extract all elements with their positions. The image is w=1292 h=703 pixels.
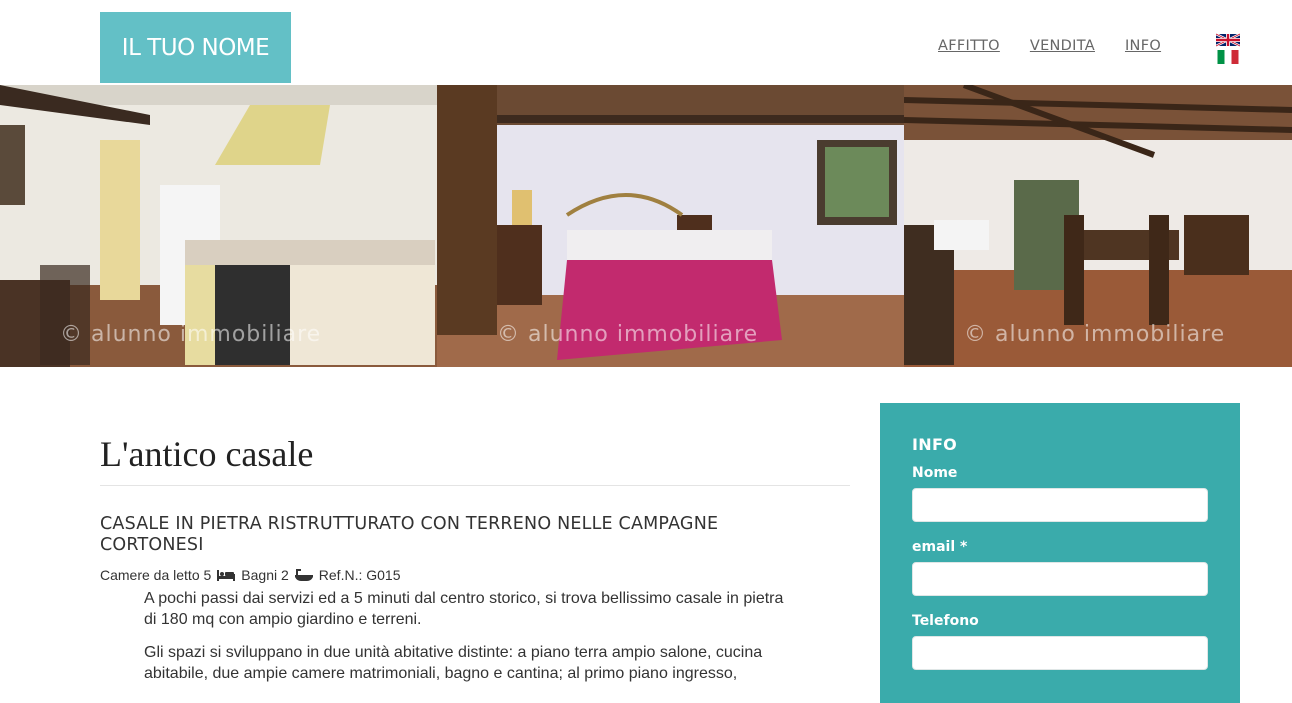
name-input[interactable]	[912, 488, 1208, 522]
nav-info[interactable]: INFO	[1125, 38, 1161, 54]
form-title: INFO	[912, 435, 958, 454]
photo-watermark: © alunno immobiliare	[964, 322, 1226, 347]
italy-flag-icon[interactable]	[1216, 50, 1240, 64]
gallery-photo-dining[interactable]: © alunno immobiliare	[904, 85, 1292, 367]
reference-number: Ref.N.: G015	[318, 567, 401, 583]
uk-flag-icon[interactable]	[1216, 33, 1240, 47]
photo-watermark: © alunno immobiliare	[497, 322, 759, 347]
photo-gallery: © alunno immobiliare © alunno immobiliar…	[0, 85, 1292, 367]
title-divider	[100, 485, 850, 486]
bed-icon	[217, 570, 236, 581]
email-input[interactable]	[912, 562, 1208, 596]
bathtub-icon	[294, 569, 313, 581]
listing-description: A pochi passi dai servizi ed a 5 minuti …	[144, 588, 784, 696]
listing-subtitle: CASALE IN PIETRA RISTRUTTURATO CON TERRE…	[100, 514, 719, 555]
site-header: IL TUO NOME AFFITTO VENDITA INFO	[0, 0, 1292, 85]
language-switcher	[1216, 33, 1240, 64]
bedrooms-count: Camere da letto 5	[100, 567, 212, 583]
listing-title: L'antico casale	[100, 434, 314, 474]
description-paragraph: A pochi passi dai servizi ed a 5 minuti …	[144, 590, 784, 628]
site-logo[interactable]: IL TUO NOME	[100, 12, 291, 83]
gallery-photo-kitchen[interactable]: © alunno immobiliare	[0, 85, 437, 367]
listing-features: Camere da letto 5 Bagni 2 Ref.N.: G015	[100, 567, 400, 583]
email-label: email *	[912, 539, 968, 555]
nav-vendita[interactable]: VENDITA	[1030, 38, 1095, 54]
name-label: Nome	[912, 465, 958, 481]
photo-watermark: © alunno immobiliare	[60, 322, 322, 347]
info-form: INFO Nome email * Telefono	[880, 403, 1240, 703]
main-nav: AFFITTO VENDITA INFO	[938, 38, 1161, 54]
bathrooms-count: Bagni 2	[241, 567, 289, 583]
phone-input[interactable]	[912, 636, 1208, 670]
nav-affitto[interactable]: AFFITTO	[938, 38, 1000, 54]
gallery-photo-bedroom[interactable]: © alunno immobiliare	[437, 85, 904, 367]
phone-label: Telefono	[912, 613, 979, 629]
